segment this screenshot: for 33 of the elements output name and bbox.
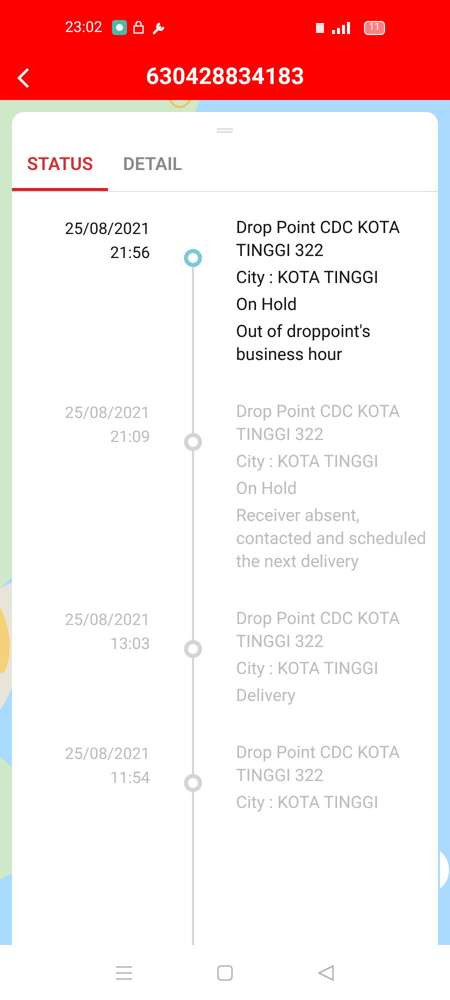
menu-icon[interactable] xyxy=(116,966,132,980)
event-text: Out of droppoint's business hour xyxy=(236,321,372,367)
event-time: 13:03 xyxy=(110,633,150,655)
wrench-icon xyxy=(152,20,166,34)
event-text: City : KOTA TINGGI xyxy=(236,658,380,681)
event-time: 21:56 xyxy=(110,242,150,264)
event-text: Drop Point CDC KOTA TINGGI 322 xyxy=(236,217,401,263)
tab[interactable]: DETAIL xyxy=(108,141,198,191)
event-date: 25/08/2021 xyxy=(64,609,150,631)
event-time: 21:09 xyxy=(110,426,150,448)
lock-icon xyxy=(133,21,144,34)
battery-indicator: 11 xyxy=(364,20,385,34)
event-text: Drop Point CDC KOTA TINGGI 322 xyxy=(236,608,401,654)
event-text: Drop Point CDC KOTA TINGGI 322 xyxy=(236,401,401,447)
event-text: On Hold xyxy=(236,478,298,501)
event-date: 25/08/2021 xyxy=(64,743,150,765)
event-text: City : KOTA TINGGI xyxy=(236,267,380,290)
event-text: Drop Point CDC KOTA TINGGI 322 xyxy=(236,742,401,788)
tracking-number-title: 630428834183 xyxy=(146,62,304,92)
event-text: On Hold xyxy=(236,294,298,317)
status-time: 23:02 xyxy=(65,17,102,38)
event-date: 25/08/2021 xyxy=(64,218,150,240)
event-text: City : KOTA TINGGI xyxy=(236,451,380,474)
event-time: 11:54 xyxy=(110,767,150,789)
event-text: Receiver absent, contacted and scheduled the next delivery xyxy=(236,505,428,574)
app-notification-icon xyxy=(112,20,128,35)
event-text: City : KOTA TINGGI xyxy=(236,792,380,815)
back-triangle-icon[interactable] xyxy=(318,964,334,980)
tab[interactable]: STATUS xyxy=(12,141,108,191)
event-date: 25/08/2021 xyxy=(64,402,150,424)
drag-handle-icon xyxy=(217,128,233,133)
event-text: Delivery xyxy=(236,685,297,708)
home-icon[interactable] xyxy=(217,964,233,980)
